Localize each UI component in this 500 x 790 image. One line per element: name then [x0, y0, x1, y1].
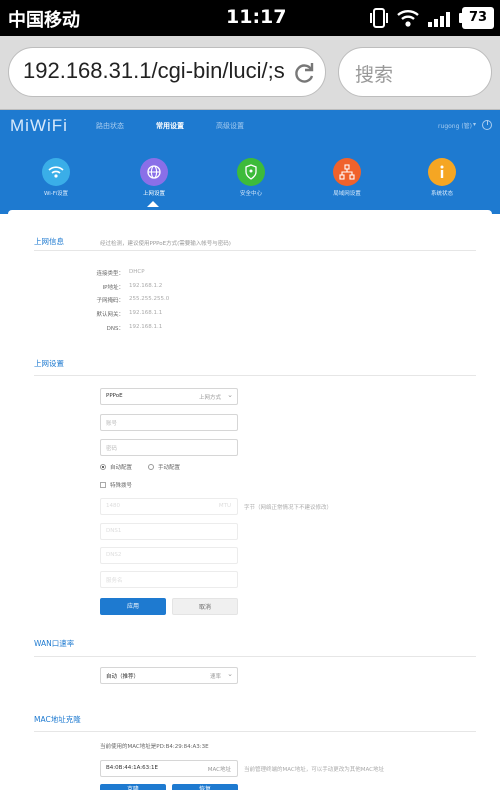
- status-bar: 中国移动 11:17 73: [0, 0, 500, 36]
- connection-type-value: DHCP: [129, 269, 145, 275]
- nav-advanced-settings[interactable]: 高级设置: [216, 121, 244, 131]
- section-title-mac: MAC地址克隆: [34, 715, 81, 724]
- section-title-settings: 上网设置: [34, 359, 64, 368]
- radio-auto-config[interactable]: [100, 464, 106, 470]
- mtu-unit: MTU: [218, 503, 231, 509]
- special-dial-label[interactable]: 特殊拨号: [110, 481, 132, 489]
- battery-icon: 73: [459, 7, 494, 29]
- clock: 11:17: [226, 6, 287, 28]
- ip-label: IP地址：: [102, 285, 124, 291]
- signal-icon: [428, 12, 450, 27]
- url-bar[interactable]: 192.168.31.1/cgi-bin/luci/;s: [8, 47, 326, 97]
- account-placeholder: 账号: [106, 421, 118, 427]
- shield-icon: [237, 158, 265, 186]
- dns2-placeholder: DNS2: [106, 552, 122, 558]
- nav-router-status[interactable]: 路由状态: [96, 121, 124, 131]
- apply-button[interactable]: 应用: [100, 598, 166, 615]
- settings-icon-row: Wi-Fi设置 上网设置 安全中心 局域网设置 系统状态: [0, 158, 500, 210]
- carrier-name: 中国移动: [8, 10, 80, 31]
- section-title-wan: WAN口速率: [34, 639, 75, 648]
- service-name-input[interactable]: 服务名: [100, 571, 238, 588]
- router-header: MiWiFi 路由状态 常用设置 高级设置 rugong (管) ▾ Wi-Fi…: [0, 110, 500, 210]
- globe-icon: [140, 158, 168, 186]
- dns2-input[interactable]: DNS2: [100, 547, 238, 564]
- mac-input[interactable]: B4:0B:44:1A:63:1E MAC地址: [100, 760, 238, 777]
- dns1-input[interactable]: DNS1: [100, 523, 238, 540]
- nav-common-settings[interactable]: 常用设置: [156, 121, 184, 131]
- connection-mode-value: PPPoE: [106, 393, 123, 399]
- wan-speed-select[interactable]: 自动（推荐） 速率 ⌄: [100, 667, 238, 684]
- current-mac-text: 当前使用的MAC地址是PD:B4:29:84:A3:3E: [100, 744, 209, 750]
- tab-label: 局域网设置: [333, 191, 361, 197]
- search-input[interactable]: 搜索: [338, 47, 492, 97]
- mac-value: B4:0B:44:1A:63:1E: [106, 765, 158, 771]
- password-placeholder: 密码: [106, 446, 118, 452]
- dns1-placeholder: DNS1: [106, 528, 122, 534]
- power-icon[interactable]: [482, 120, 492, 130]
- divider: [34, 656, 476, 657]
- top-nav: 路由状态 常用设置 高级设置: [96, 121, 244, 131]
- tab-internet-settings[interactable]: 上网设置: [114, 158, 194, 197]
- mac-hint: 当前管理终端的MAC地址，可以手动更改为其他MAC地址: [244, 767, 385, 773]
- mtu-value: 1480: [106, 503, 120, 509]
- wan-speed-label: 速率: [209, 674, 221, 680]
- info-icon: [428, 158, 456, 186]
- cancel-button[interactable]: 取消: [172, 598, 238, 615]
- radio-manual-label[interactable]: 手动配置: [158, 463, 180, 471]
- detection-description: 经过检测，建议使用PPPoE方式(需要输入帐号与密码): [100, 241, 231, 247]
- url-text[interactable]: 192.168.31.1/cgi-bin/luci/;s: [23, 58, 285, 84]
- service-placeholder: 服务名: [106, 578, 123, 584]
- user-name[interactable]: rugong (管): [438, 121, 472, 130]
- active-tab-pointer: [147, 201, 159, 207]
- reload-icon[interactable]: [289, 58, 319, 88]
- tab-label: 安全中心: [239, 191, 262, 197]
- radio-manual-config[interactable]: [148, 464, 155, 470]
- status-icons: 73: [369, 6, 494, 30]
- tab-lan-settings[interactable]: 局域网设置: [307, 158, 387, 197]
- clone-button[interactable]: 克隆: [100, 784, 166, 790]
- chevron-down-icon: ⌄: [227, 391, 233, 399]
- search-placeholder: 搜索: [355, 64, 394, 86]
- connection-type-label: 连接类型：: [96, 271, 124, 277]
- wifi-icon: [397, 10, 419, 27]
- chevron-down-icon: ⌄: [227, 670, 233, 678]
- mtu-input[interactable]: 1480 MTU: [100, 498, 238, 515]
- divider: [34, 375, 476, 376]
- gateway-value: 192.168.1.1: [129, 310, 163, 316]
- settings-card: 上网信息 经过检测，建议使用PPPoE方式(需要输入帐号与密码) 连接类型： D…: [8, 210, 492, 790]
- network-icon: [333, 158, 361, 186]
- dns-value: 192.168.1.1: [129, 324, 163, 330]
- divider: [34, 250, 476, 251]
- dns-label: DNS：: [106, 326, 124, 332]
- ip-value: 192.168.1.2: [129, 283, 163, 289]
- tab-system-status[interactable]: 系统状态: [402, 158, 482, 197]
- account-input[interactable]: 账号: [100, 414, 238, 431]
- tab-security-center[interactable]: 安全中心: [211, 158, 291, 197]
- chevron-down-icon[interactable]: ▾: [473, 121, 476, 128]
- radio-auto-label[interactable]: 自动配置: [110, 463, 132, 471]
- tab-label: 上网设置: [142, 191, 165, 197]
- dns-mode-radios: 自动配置 手动配置: [100, 463, 180, 471]
- divider: [34, 731, 476, 732]
- password-input[interactable]: 密码: [100, 439, 238, 456]
- checkbox-box[interactable]: [100, 482, 106, 488]
- tab-label: 系统状态: [430, 191, 453, 197]
- restore-button[interactable]: 恢复: [172, 784, 238, 790]
- gateway-label: 默认网关：: [96, 312, 124, 318]
- vibrate-icon: [370, 8, 388, 28]
- wan-speed-value: 自动（推荐）: [106, 674, 140, 680]
- netmask-label: 子网掩码：: [96, 298, 124, 304]
- tab-label: Wi-Fi设置: [43, 191, 69, 197]
- mtu-hint: 字节（网络正常情况下不建议修改）: [244, 505, 333, 511]
- connection-mode-select[interactable]: PPPoE 上网方式 ⌄: [100, 388, 238, 405]
- wifi-icon: [42, 158, 70, 186]
- section-title-info: 上网信息: [34, 237, 64, 246]
- special-dial-checkbox[interactable]: 特殊拨号: [100, 481, 132, 489]
- miwifi-logo[interactable]: MiWiFi: [10, 116, 68, 136]
- browser-toolbar: 192.168.31.1/cgi-bin/luci/;s 搜索: [0, 36, 500, 110]
- tab-wifi-settings[interactable]: Wi-Fi设置: [16, 158, 96, 197]
- mac-label: MAC地址: [207, 767, 231, 773]
- netmask-value: 255.255.255.0: [129, 296, 170, 302]
- connection-mode-label: 上网方式: [198, 395, 221, 401]
